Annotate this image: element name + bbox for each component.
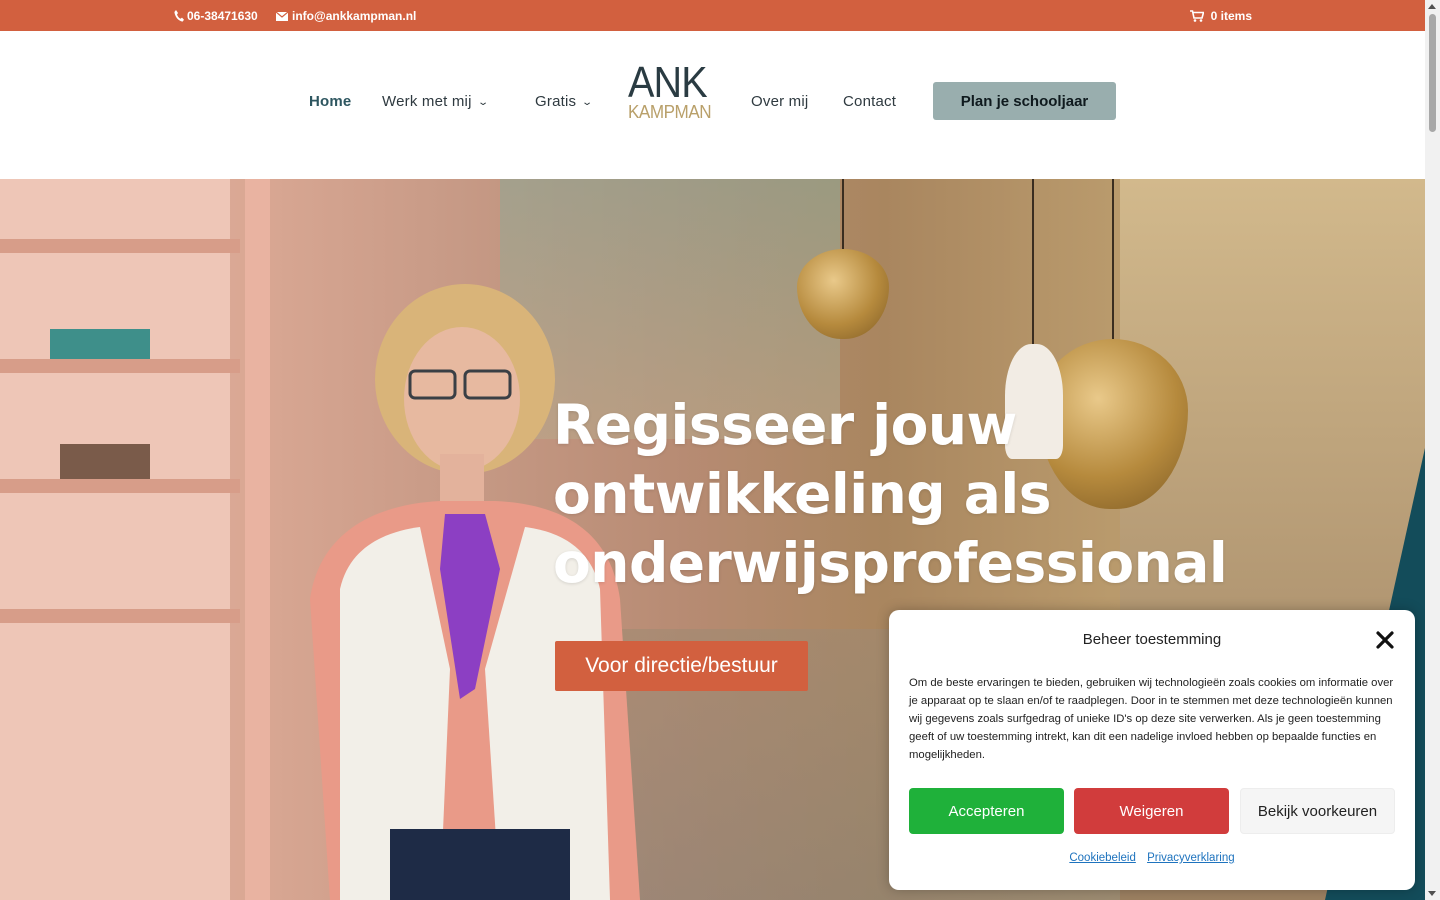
nav-over-mij[interactable]: Over mij: [751, 93, 808, 110]
phone-icon: [174, 10, 184, 22]
cookie-policy-link[interactable]: Cookiebeleid: [1069, 852, 1136, 864]
books-image: [50, 329, 150, 359]
logo-text-kampman: KAMPMAN: [628, 102, 712, 122]
cookie-links: Cookiebeleid Privacyverklaring: [889, 852, 1415, 864]
hero-title-line-1: Regisseer jouw: [553, 393, 1017, 457]
plan-schooljaar-button[interactable]: Plan je schooljaar: [933, 82, 1116, 120]
page-scrollbar[interactable]: [1425, 0, 1440, 900]
scrollbar-thumb[interactable]: [1429, 14, 1436, 132]
envelope-icon: [276, 11, 288, 21]
directie-bestuur-button[interactable]: Voor directie/bestuur: [555, 641, 808, 691]
nav-gratis[interactable]: Gratis ⌄: [535, 93, 594, 110]
cart-icon: [1189, 10, 1204, 22]
cookie-description: Om de beste ervaringen te bieden, gebrui…: [909, 677, 1394, 761]
email-link[interactable]: info@ankkampman.nl: [276, 9, 416, 23]
accept-button[interactable]: Accepteren: [909, 788, 1064, 834]
phone-number: 06-38471630: [187, 9, 258, 23]
hero-title-line-2: ontwikkeling als: [553, 462, 1051, 526]
scroll-up-arrow-icon[interactable]: [1428, 4, 1436, 9]
site-header: Home Werk met mij ⌄ Gratis ⌄ ANK KAMPMAN…: [0, 31, 1425, 179]
lamp-cord: [842, 179, 844, 259]
site-logo[interactable]: ANK KAMPMAN: [628, 61, 720, 131]
nav-werk-label: Werk met mij: [382, 93, 472, 110]
pendant-lamp-image: [797, 249, 889, 339]
shelf-board: [0, 359, 240, 373]
nav-over-label: Over mij: [751, 93, 809, 110]
hero-title-line-3: onderwijsprofessional: [553, 531, 1228, 595]
chevron-down-icon: ⌄: [476, 97, 489, 108]
privacy-statement-link[interactable]: Privacyverklaring: [1147, 852, 1235, 864]
phone-link[interactable]: 06-38471630: [174, 9, 258, 23]
nav-gratis-label: Gratis: [535, 93, 577, 110]
shelf-board: [0, 479, 240, 493]
scroll-down-arrow-icon[interactable]: [1428, 891, 1436, 896]
email-address: info@ankkampman.nl: [292, 9, 417, 23]
bookshelf-image: [0, 179, 230, 900]
nav-home[interactable]: Home: [309, 93, 351, 110]
chevron-down-icon: ⌄: [581, 97, 594, 108]
shelf-board: [0, 609, 240, 623]
books-image: [60, 444, 150, 479]
lamp-cord: [1032, 179, 1034, 349]
hero-title: Regisseer jouw ontwikkeling als onderwij…: [553, 391, 1253, 598]
cart-count: 0 items: [1210, 9, 1252, 23]
nav-contact[interactable]: Contact: [843, 93, 896, 110]
cart-link[interactable]: 0 items: [1189, 9, 1252, 23]
cookie-consent-dialog: Beheer toestemming Om de beste ervaringe…: [889, 610, 1415, 890]
top-bar: 06-38471630 info@ankkampman.nl 0 items: [0, 0, 1425, 31]
nav-contact-label: Contact: [843, 93, 897, 110]
logo-text-ank: ANK: [628, 58, 708, 107]
lamp-cord: [1112, 179, 1114, 359]
nav-home-label: Home: [309, 93, 352, 110]
view-preferences-button[interactable]: Bekijk voorkeuren: [1240, 788, 1395, 834]
close-icon[interactable]: [1375, 630, 1395, 650]
nav-werk-met-mij[interactable]: Werk met mij ⌄: [382, 93, 489, 110]
deny-button[interactable]: Weigeren: [1074, 788, 1229, 834]
shelf-board: [0, 239, 240, 253]
shelf-side: [245, 179, 270, 900]
cookie-title: Beheer toestemming: [1082, 631, 1222, 648]
